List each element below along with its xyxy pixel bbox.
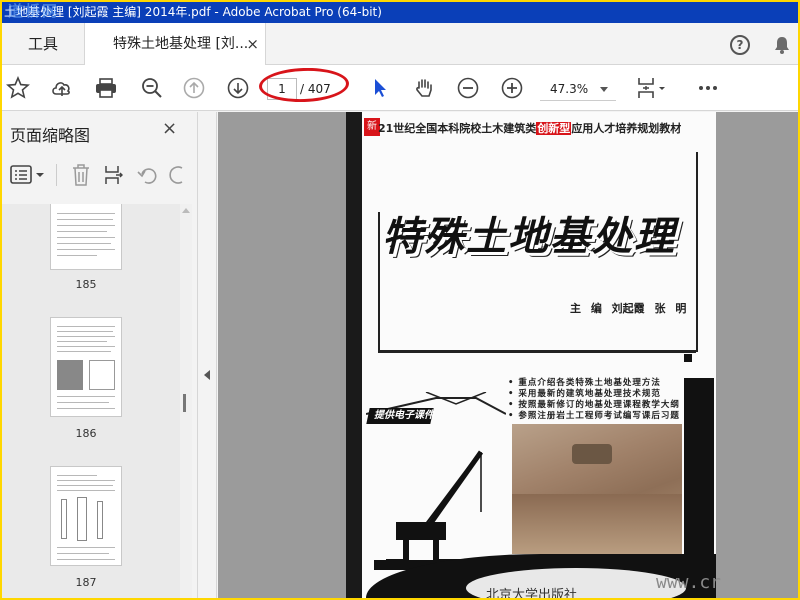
zoom-in-icon[interactable] xyxy=(500,76,524,100)
app-window: 土地基处理 [刘起霞 主编] 2014年.pdf - Adobe Acrobat… xyxy=(2,2,798,598)
fit-page-icon[interactable] xyxy=(636,76,666,100)
next-page-icon[interactable] xyxy=(226,76,250,100)
tab-tools[interactable]: 工具 xyxy=(2,23,84,65)
thumbnail-page[interactable] xyxy=(50,466,122,566)
rotate-left-icon[interactable] xyxy=(136,164,160,186)
collapse-arrow-icon xyxy=(204,370,210,380)
delete-trash-icon[interactable] xyxy=(70,162,92,188)
window-title: 土地基处理 [刘起霞 主编] 2014年.pdf - Adobe Acrobat… xyxy=(4,5,382,19)
thumbnail-figure xyxy=(57,360,83,390)
cover-construction-photo xyxy=(512,424,682,554)
cover-bullet-text: 参照注册岩土工程师考试编写课后习题 xyxy=(518,411,680,421)
cover-frame-line xyxy=(696,152,698,352)
cover-series-text-end: 应用人才培养规划教材 xyxy=(571,122,682,135)
ground-shape xyxy=(512,494,682,554)
title-bar: 土地基处理 [刘起霞 主编] 2014年.pdf - Adobe Acrobat… xyxy=(2,2,798,23)
cover-bullet-text: 按照最新修订的地基处理课程教学大纲 xyxy=(518,400,680,410)
cover-series-line: 21世纪全国本科院校土木建筑类创新型应用人才培养规划教材 xyxy=(378,120,681,136)
thumbnail-page-number: 185 xyxy=(75,278,97,291)
thumbnail-panel: 页面缩略图 × 185 186 187 xyxy=(2,112,198,598)
thumbnail-page[interactable] xyxy=(50,204,122,270)
cloud-upload-icon[interactable] xyxy=(50,76,74,100)
site-url-watermark: www.cr xyxy=(656,572,722,593)
cover-square-mark xyxy=(684,354,692,362)
scroll-up-arrow-icon[interactable] xyxy=(182,208,190,213)
cover-publisher: 北京大学出版社 xyxy=(486,588,578,598)
thumbnail-figure xyxy=(97,501,103,539)
book-cover-page: 新 21世纪全国本科院校土木建筑类创新型应用人才培养规划教材 特殊土地基处理 主… xyxy=(346,112,716,598)
cover-bullet: • 按照最新修订的地基处理课程教学大纲 xyxy=(508,400,680,410)
thumbnail-figure xyxy=(89,360,115,390)
panel-close-icon[interactable]: × xyxy=(162,118,177,139)
panel-title: 页面缩略图 xyxy=(10,126,91,145)
rotate-right-icon[interactable] xyxy=(168,164,188,186)
cover-frame-line xyxy=(378,212,380,352)
cover-bullet: • 重点介绍各类特殊土地基处理方法 xyxy=(508,378,661,388)
document-viewport[interactable]: 新 21世纪全国本科院校土木建筑类创新型应用人才培养规划教材 特殊土地基处理 主… xyxy=(218,112,798,598)
thumbnail-figure xyxy=(61,499,67,539)
tab-close-icon[interactable]: × xyxy=(246,23,259,65)
tab-document-label: 特殊土地基处理 [刘... xyxy=(113,36,249,52)
thumbnail-figure xyxy=(77,497,87,541)
more-options-icon[interactable] xyxy=(696,76,720,100)
toolbar-divider xyxy=(56,164,57,186)
panel-collapse-handle[interactable] xyxy=(199,112,217,598)
cover-bullet-list: • 重点介绍各类特殊土地基处理方法 • 采用最新的建筑地基处理技术规范 • 按照… xyxy=(508,378,680,422)
red-highlight-circle xyxy=(258,66,350,104)
thumbnail-page-number: 187 xyxy=(75,576,97,589)
hand-tool-icon[interactable] xyxy=(412,76,436,100)
cover-bullet-text: 重点介绍各类特殊土地基处理方法 xyxy=(518,378,661,388)
help-icon[interactable]: ? xyxy=(730,35,750,55)
thumbnail-page-number: 186 xyxy=(75,427,97,440)
print-icon[interactable] xyxy=(94,76,118,100)
thumbnail-list: 185 186 187 xyxy=(2,204,180,598)
tab-bar: 工具 特殊土地基处理 [刘... × ? xyxy=(2,23,798,66)
site-watermark: 道桥网 xyxy=(8,2,60,20)
banner-label: 提供电子课件 xyxy=(374,410,434,421)
tab-document[interactable]: 特殊土地基处理 [刘... × xyxy=(84,23,266,66)
thumbnail-page[interactable] xyxy=(50,317,122,417)
main-toolbar: 1 / 407 47.3% xyxy=(2,65,798,111)
bookmark-star-icon[interactable] xyxy=(6,76,30,100)
bell-icon[interactable] xyxy=(772,35,792,55)
cover-series-highlight: 创新型 xyxy=(536,122,572,135)
cover-series-text: 21世纪全国本科院校土木建筑类 xyxy=(378,122,537,135)
cover-spine-strip xyxy=(346,112,362,598)
chevron-down-icon xyxy=(600,87,608,92)
extract-pages-icon[interactable] xyxy=(102,162,126,188)
thumbnail-options-icon[interactable] xyxy=(10,164,46,186)
previous-page-icon[interactable] xyxy=(182,76,206,100)
cover-bullet-text: 采用最新的建筑地基处理技术规范 xyxy=(518,389,661,399)
cover-frame-line xyxy=(378,350,696,353)
cover-authors: 主 编 刘起霞 张 明 xyxy=(570,302,687,315)
zoom-out-search-icon[interactable] xyxy=(140,76,164,100)
select-cursor-icon[interactable] xyxy=(368,76,392,100)
scrollbar-thumb[interactable] xyxy=(183,394,186,412)
cover-title: 特殊土地基处理 xyxy=(382,214,676,260)
thumbnail-scrollbar[interactable] xyxy=(180,204,192,598)
panel-toolbar xyxy=(2,156,198,194)
cover-dark-panel xyxy=(684,378,714,558)
zoom-level-select[interactable]: 47.3% xyxy=(540,77,616,101)
cover-bullet: • 采用最新的建筑地基处理技术规范 xyxy=(508,389,661,399)
crane-silhouette xyxy=(374,450,494,570)
zoom-level-value: 47.3% xyxy=(550,82,589,96)
zoom-out-icon[interactable] xyxy=(456,76,480,100)
excavator-shape xyxy=(572,444,612,464)
cover-bullet: • 参照注册岩土工程师考试编写课后习题 xyxy=(508,411,680,421)
